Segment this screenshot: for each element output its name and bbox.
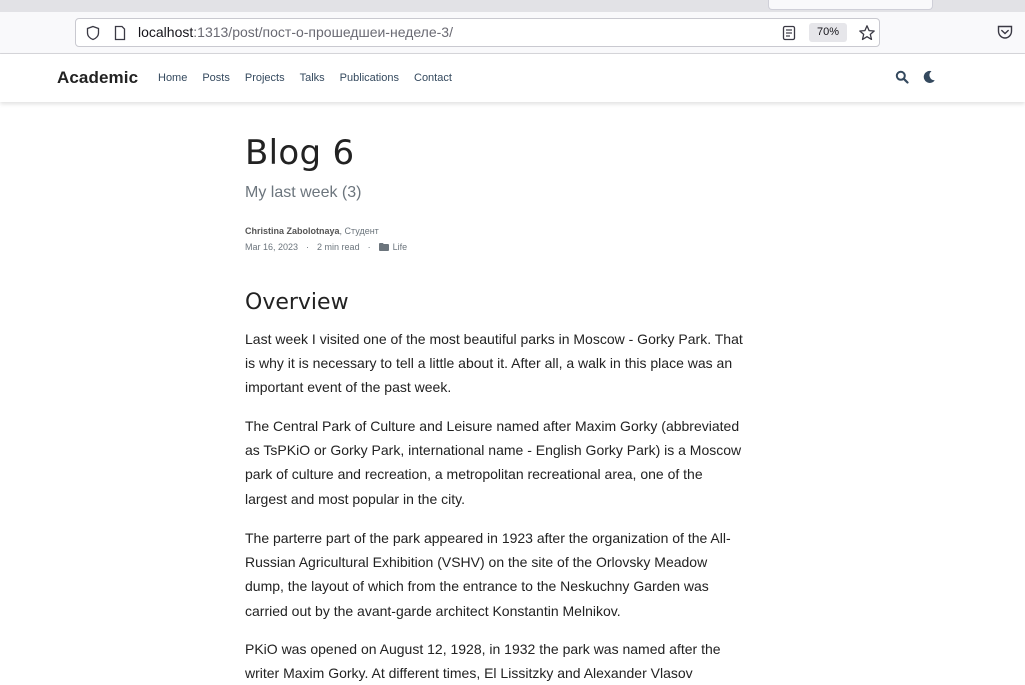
nav-link-projects[interactable]: Projects bbox=[245, 72, 285, 84]
page-title: Blog 6 bbox=[245, 133, 355, 173]
nav-link-posts[interactable]: Posts bbox=[202, 72, 230, 84]
nav-link-home[interactable]: Home bbox=[158, 72, 187, 84]
paragraph: PKiO was opened on August 12, 1928, in 1… bbox=[245, 641, 721, 682]
site-navbar: Academic Home Posts Projects Talks Publi… bbox=[0, 54, 1025, 102]
page-icon bbox=[114, 25, 126, 41]
separator-dot: · bbox=[367, 242, 371, 252]
pocket-icon[interactable] bbox=[996, 23, 1014, 41]
browser-tab[interactable] bbox=[768, 0, 933, 10]
site-brand-link[interactable]: Academic bbox=[57, 68, 138, 88]
paragraph: Last week I visited one of the most beau… bbox=[245, 331, 743, 396]
nav-link-contact[interactable]: Contact bbox=[414, 72, 452, 84]
section-heading: Overview bbox=[245, 290, 349, 315]
author-role: , Студент bbox=[339, 226, 379, 236]
dark-mode-moon-icon[interactable] bbox=[922, 70, 936, 84]
browser-toolbar: localhost:1313/post/пост-о-прошедшеи-нед… bbox=[0, 12, 1025, 54]
nav-link-talks[interactable]: Talks bbox=[300, 72, 325, 84]
shield-icon[interactable] bbox=[85, 25, 101, 41]
tab-strip bbox=[0, 0, 1025, 12]
category-link[interactable]: Life bbox=[393, 242, 408, 252]
article-meta: Mar 16, 2023 · 2 min read · Life bbox=[245, 242, 407, 252]
reader-view-icon[interactable] bbox=[781, 25, 797, 41]
separator-dot: · bbox=[306, 242, 310, 252]
zoom-level-button[interactable]: 70% bbox=[809, 23, 847, 42]
post-date: Mar 16, 2023 bbox=[245, 242, 299, 252]
address-bar[interactable]: localhost:1313/post/пост-о-прошедшеи-нед… bbox=[75, 18, 880, 47]
bookmark-star-icon[interactable] bbox=[858, 24, 876, 42]
nav-links: Home Posts Projects Talks Publications C… bbox=[158, 72, 467, 84]
paragraph: The Central Park of Culture and Leisure … bbox=[245, 418, 742, 507]
page-subtitle: My last week (3) bbox=[245, 184, 362, 201]
search-icon[interactable] bbox=[895, 70, 909, 84]
author-link[interactable]: Christina Zabolotnaya bbox=[245, 226, 340, 236]
read-time: 2 min read bbox=[317, 242, 360, 252]
paragraph: The parterre part of the park appeared i… bbox=[245, 530, 731, 619]
url-text[interactable]: localhost:1313/post/пост-о-прошедшеи-нед… bbox=[138, 24, 453, 40]
byline: Christina Zabolotnaya, Студент bbox=[245, 226, 379, 236]
folder-icon bbox=[378, 243, 389, 251]
nav-link-publications[interactable]: Publications bbox=[340, 72, 399, 84]
